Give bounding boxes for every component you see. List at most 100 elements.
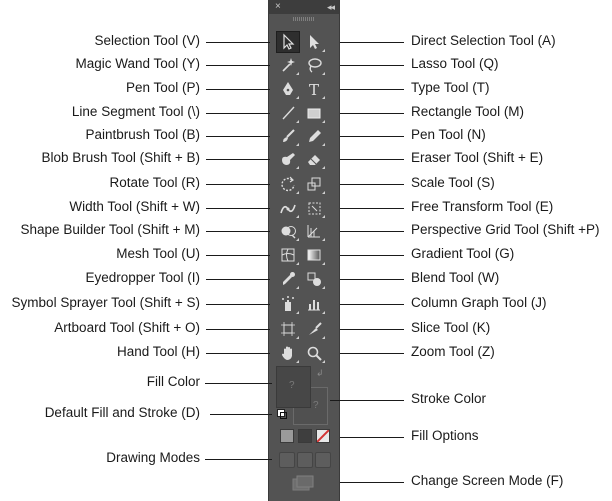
default-fill-stroke-icon[interactable] xyxy=(277,409,287,419)
left-callout-label: Width Tool (Shift + W) xyxy=(69,199,200,214)
lasso-tool-button[interactable] xyxy=(302,54,326,76)
leader-line xyxy=(340,42,404,43)
left-callout-label: Fill Color xyxy=(146,374,200,389)
blob-brush-tool-button[interactable] xyxy=(276,148,300,170)
left-callout-label: Line Segment Tool (\) xyxy=(71,104,200,119)
tool-group-indicator xyxy=(296,286,299,289)
leader-line xyxy=(340,279,404,280)
fill-color-swatch-front[interactable]: ? xyxy=(276,366,311,408)
draw-inside-icon[interactable] xyxy=(315,452,331,468)
close-icon[interactable]: × xyxy=(275,1,281,13)
leader-line xyxy=(340,304,404,305)
toolbar-callout-diagram: × ◂◂ T ? ? ? ↲ Selection Tool (V)Magic W… xyxy=(0,0,612,501)
tool-group-indicator xyxy=(296,96,299,99)
collapse-panel-icon[interactable]: ◂◂ xyxy=(327,1,335,13)
fill-placeholder-front: ? xyxy=(289,380,295,391)
right-callout-label: Blend Tool (W) xyxy=(411,270,500,285)
panel-grip-handle[interactable] xyxy=(293,17,315,21)
leader-line xyxy=(330,400,404,401)
width-tool-button[interactable] xyxy=(276,197,300,219)
blend-icon xyxy=(307,272,321,286)
symbol-sprayer-tool-button[interactable] xyxy=(276,293,300,315)
symbol-sprayer-icon xyxy=(282,296,294,311)
column-graph-tool-button[interactable] xyxy=(302,293,326,315)
tool-group-indicator xyxy=(296,311,299,314)
leader-line xyxy=(206,329,270,330)
leader-line xyxy=(210,414,272,415)
leader-line xyxy=(205,383,272,384)
pencil-tool-button[interactable] xyxy=(302,125,326,147)
left-callout-label: Mesh Tool (U) xyxy=(116,246,200,261)
left-callout-label: Pen Tool (P) xyxy=(125,80,200,95)
left-callout-label: Shape Builder Tool (Shift + M) xyxy=(20,222,200,237)
right-callout-label: Column Graph Tool (J) xyxy=(411,295,547,310)
tool-group-indicator xyxy=(322,238,325,241)
rotate-icon xyxy=(281,176,295,192)
right-callout-label: Rectangle Tool (M) xyxy=(411,104,525,119)
magnifier-icon xyxy=(307,346,322,361)
selection-arrow-icon xyxy=(283,33,295,50)
pen-nib-icon xyxy=(283,82,293,95)
leader-line xyxy=(340,136,404,137)
free-transform-tool-button[interactable] xyxy=(302,197,326,219)
hand-tool-button[interactable] xyxy=(276,342,300,364)
rotate-tool-button[interactable] xyxy=(276,173,300,195)
slice-tool-button[interactable] xyxy=(302,318,326,340)
pen-tool-button[interactable] xyxy=(276,78,300,100)
leader-line xyxy=(340,437,404,438)
direct-selection-arrow-icon xyxy=(310,35,319,49)
magic-wand-tool-button[interactable] xyxy=(276,54,300,76)
mesh-tool-button[interactable] xyxy=(276,244,300,266)
leader-line xyxy=(340,159,404,160)
selection-tool-button[interactable] xyxy=(276,31,300,53)
line-segment-tool-button[interactable] xyxy=(276,102,300,124)
leader-line xyxy=(206,279,270,280)
tool-group-indicator xyxy=(296,191,299,194)
tool-group-indicator xyxy=(322,72,325,75)
lasso-icon xyxy=(308,58,322,73)
svg-text:T: T xyxy=(309,81,319,98)
leader-line xyxy=(206,184,270,185)
blob-brush-icon xyxy=(282,153,295,165)
paintbrush-tool-button[interactable] xyxy=(276,125,300,147)
rectangle-tool-button[interactable] xyxy=(302,102,326,124)
blend-tool-button[interactable] xyxy=(302,268,326,290)
tool-group-indicator xyxy=(322,120,325,123)
leader-line xyxy=(206,255,270,256)
tool-group-indicator xyxy=(322,166,325,169)
eraser-tool-button[interactable] xyxy=(302,148,326,170)
scale-tool-button[interactable] xyxy=(302,173,326,195)
shape-builder-tool-button[interactable] xyxy=(276,220,300,242)
fill-color-option-icon[interactable] xyxy=(280,429,294,443)
tool-group-indicator xyxy=(322,215,325,218)
type-tool-button[interactable]: T xyxy=(302,78,326,100)
width-icon xyxy=(280,204,296,214)
artboard-tool-button[interactable] xyxy=(276,318,300,340)
right-callout-label: Lasso Tool (Q) xyxy=(411,56,499,71)
direct-selection-tool-button[interactable] xyxy=(302,31,326,53)
hand-icon xyxy=(282,346,292,360)
tool-group-indicator xyxy=(322,286,325,289)
tool-group-indicator xyxy=(296,120,299,123)
panel-header[interactable]: × ◂◂ xyxy=(269,0,339,14)
none-option-icon[interactable] xyxy=(316,429,330,443)
swap-fill-stroke-icon[interactable]: ↲ xyxy=(316,368,324,379)
draw-behind-icon[interactable] xyxy=(297,452,313,468)
zoom-tool-button[interactable] xyxy=(302,342,326,364)
right-callout-label: Fill Options xyxy=(411,428,479,443)
screen-mode-icon[interactable] xyxy=(291,475,315,493)
left-callout-label: Paintbrush Tool (B) xyxy=(85,127,200,142)
left-callout-label: Blob Brush Tool (Shift + B) xyxy=(41,150,200,165)
leader-line xyxy=(340,353,404,354)
eyedropper-tool-button[interactable] xyxy=(276,268,300,290)
right-callout-label: Change Screen Mode (F) xyxy=(411,473,564,488)
tool-group-indicator xyxy=(296,336,299,339)
gradient-option-icon[interactable] xyxy=(298,429,312,443)
tool-group-indicator xyxy=(322,336,325,339)
column-graph-icon xyxy=(308,300,320,311)
perspective-grid-tool-button[interactable] xyxy=(302,220,326,242)
draw-normal-icon[interactable] xyxy=(279,452,295,468)
tool-group-indicator xyxy=(296,360,299,363)
gradient-tool-button[interactable] xyxy=(302,244,326,266)
scale-icon xyxy=(307,177,321,191)
